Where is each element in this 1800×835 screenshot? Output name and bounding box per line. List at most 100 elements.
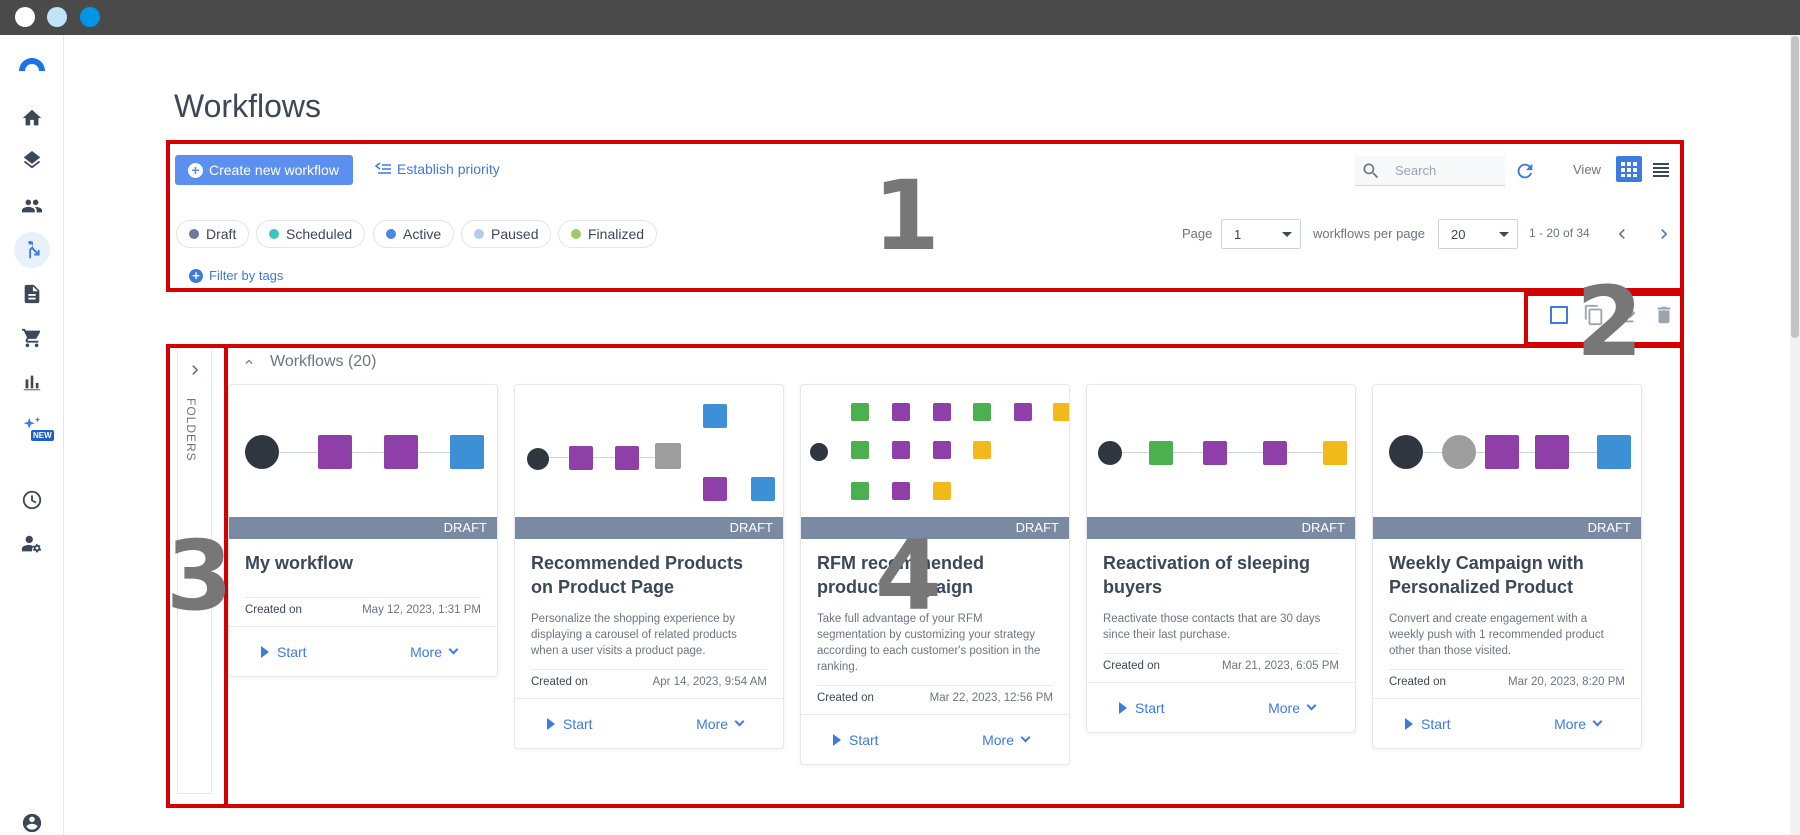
workflow-card[interactable]: DRAFT My workflow Created on May 12, 202… <box>228 384 498 677</box>
start-button[interactable]: Start <box>261 644 307 660</box>
workflow-title[interactable]: Reactivation of sleeping buyers <box>1103 551 1339 599</box>
workflows-group-header[interactable]: Workflows (20) <box>242 353 376 371</box>
chart-icon <box>23 375 41 391</box>
status-filter-scheduled[interactable]: Scheduled <box>256 220 366 248</box>
prev-page-button[interactable] <box>1612 224 1632 244</box>
establish-priority-label: Establish priority <box>397 161 500 177</box>
flow-node-start <box>527 448 549 470</box>
new-badge: NEW <box>31 430 54 441</box>
status-bar: DRAFT <box>515 517 783 539</box>
window-maximize-dot[interactable] <box>80 7 100 27</box>
more-button[interactable]: More <box>410 644 459 660</box>
workflow-preview[interactable] <box>1373 385 1641 517</box>
more-label: More <box>1554 715 1586 732</box>
expand-folders-button[interactable] <box>185 360 205 380</box>
created-row: Created on May 12, 2023, 1:31 PM <box>245 597 481 616</box>
flow-node <box>1149 441 1173 465</box>
select-all-checkbox[interactable] <box>1548 304 1570 326</box>
search-input[interactable] <box>1395 163 1495 178</box>
workflow-preview[interactable] <box>515 385 783 517</box>
per-page-select-value: 20 <box>1451 226 1466 242</box>
dashboard-icon <box>22 490 42 510</box>
workflow-preview[interactable] <box>229 385 497 517</box>
flow-node <box>318 435 352 469</box>
window-titlebar <box>0 0 1800 35</box>
annotation-number-3: 3 <box>166 520 233 632</box>
card-actions: Start More <box>1373 698 1641 748</box>
more-button[interactable]: More <box>982 732 1031 748</box>
sidebar-item-layers[interactable] <box>14 144 50 180</box>
per-page-select[interactable]: 20 <box>1438 219 1518 249</box>
chevron-down-icon <box>734 716 745 727</box>
workflow-card[interactable]: DRAFT Recommended Products on Product Pa… <box>514 384 784 749</box>
filter-by-tags-link[interactable]: + Filter by tags <box>189 268 283 283</box>
more-button[interactable]: More <box>1268 700 1317 716</box>
chevron-down-icon <box>1306 700 1317 711</box>
sidebar-item-user-settings[interactable] <box>14 526 50 562</box>
page-scrollbar-thumb[interactable] <box>1791 36 1799 338</box>
page-select[interactable]: 1 <box>1221 219 1301 249</box>
start-label: Start <box>277 643 307 660</box>
sidebar-item-workflows[interactable] <box>14 232 50 268</box>
start-button[interactable]: Start <box>1405 716 1451 732</box>
chevron-right-icon <box>1661 229 1668 239</box>
window-close-dot[interactable] <box>15 7 35 27</box>
workflow-preview[interactable] <box>801 385 1069 517</box>
per-page-label: workflows per page <box>1313 226 1425 241</box>
workflow-preview[interactable] <box>1087 385 1355 517</box>
more-button[interactable]: More <box>1554 715 1603 732</box>
start-button[interactable]: Start <box>1119 700 1165 716</box>
start-button[interactable]: Start <box>547 716 593 732</box>
sidebar-item-ai[interactable]: NEW <box>14 408 54 444</box>
sidebar-item-analytics[interactable] <box>14 364 50 400</box>
play-icon <box>547 717 555 730</box>
create-workflow-label: Create new workflow <box>209 162 339 178</box>
more-button[interactable]: More <box>696 716 745 732</box>
workflow-card[interactable]: DRAFT Weekly Campaign with Personalized … <box>1372 384 1642 749</box>
sidebar-item-cart[interactable] <box>14 320 50 356</box>
delete-button[interactable] <box>1652 303 1676 327</box>
sidebar-item-documents[interactable] <box>14 276 50 312</box>
sidebar-item-dashboard[interactable] <box>14 482 50 518</box>
create-workflow-button[interactable]: + Create new workflow <box>175 155 353 185</box>
flow-node-start <box>245 435 279 469</box>
refresh-icon <box>1517 163 1533 179</box>
chevron-down-icon <box>1020 732 1031 743</box>
card-actions: Start More <box>229 626 497 676</box>
workflow-title[interactable]: Recommended Products on Product Page <box>531 551 767 599</box>
filter-by-tags-label: Filter by tags <box>209 268 284 283</box>
status-filter-draft[interactable]: Draft <box>176 220 250 248</box>
sidebar: NEW <box>0 35 64 835</box>
search-field[interactable] <box>1355 156 1505 186</box>
sidebar-item-home[interactable] <box>14 100 50 136</box>
flow-node <box>655 443 681 469</box>
folders-label: FOLDERS <box>184 398 198 462</box>
list-view-button[interactable] <box>1648 156 1674 182</box>
workflow-title[interactable]: My workflow <box>245 551 481 575</box>
refresh-button[interactable] <box>1512 158 1538 184</box>
status-dot-draft <box>189 229 199 239</box>
grid-view-button[interactable] <box>1616 156 1642 182</box>
created-date: May 12, 2023, 1:31 PM <box>362 604 481 616</box>
workflow-card[interactable]: DRAFT Reactivation of sleeping buyers Re… <box>1086 384 1356 733</box>
view-label: View <box>1573 162 1601 177</box>
window-minimize-dot[interactable] <box>47 7 67 27</box>
status-filter-active[interactable]: Active <box>373 220 455 248</box>
start-label: Start <box>1135 699 1165 716</box>
sidebar-item-contacts[interactable] <box>14 188 50 224</box>
status-filter-paused[interactable]: Paused <box>461 220 552 248</box>
start-button[interactable]: Start <box>833 732 879 748</box>
establish-priority-link[interactable]: Establish priority <box>375 161 500 177</box>
status-dot-paused <box>474 229 484 239</box>
workflow-title[interactable]: Weekly Campaign with Personalized Produc… <box>1389 551 1625 599</box>
flow-node <box>1263 441 1287 465</box>
account-icon <box>22 813 42 833</box>
brand-logo[interactable] <box>16 53 48 71</box>
flow-node-start <box>1389 435 1423 469</box>
sidebar-item-account[interactable] <box>14 805 50 835</box>
created-row: Created on Apr 14, 2023, 9:54 AM <box>531 669 767 688</box>
status-filter-finalized[interactable]: Finalized <box>558 220 658 248</box>
status-dot-scheduled <box>269 229 279 239</box>
next-page-button[interactable] <box>1654 224 1674 244</box>
created-date: Mar 22, 2023, 12:56 PM <box>929 692 1053 704</box>
